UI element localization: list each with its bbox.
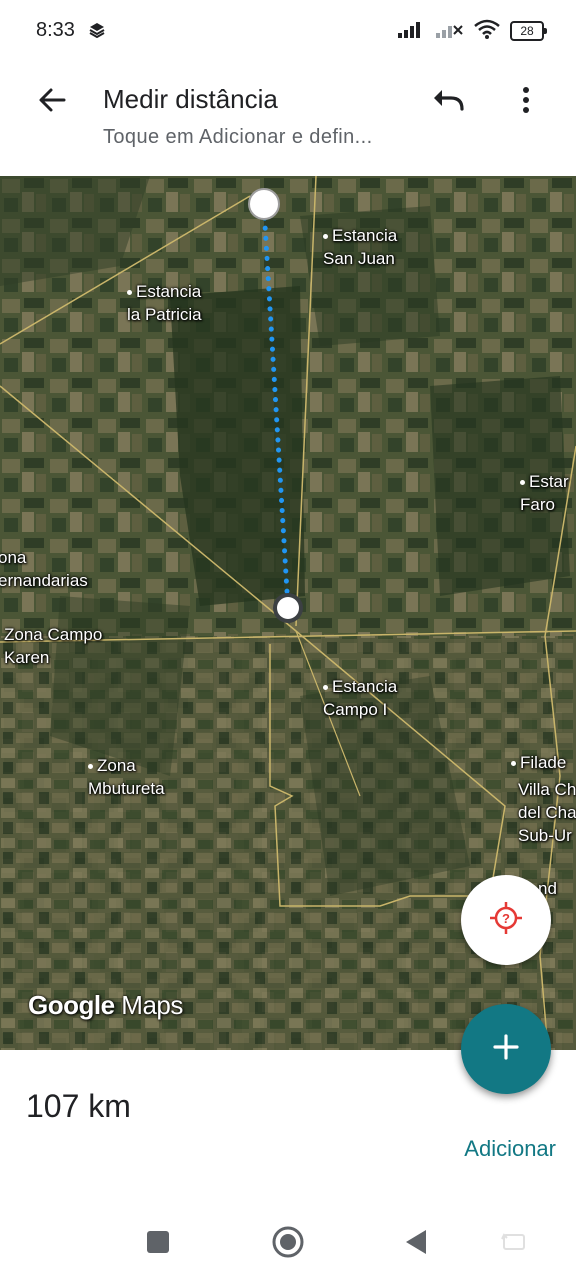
- distance-value: 107 km: [26, 1088, 131, 1124]
- more-options-button[interactable]: [504, 80, 548, 124]
- google-maps-logo: Google Maps: [28, 990, 183, 1020]
- recents-button[interactable]: [138, 1224, 178, 1264]
- battery-icon: 28: [510, 21, 547, 41]
- top-app-bar: Medir distância Toque em Adicionar e def…: [0, 62, 576, 176]
- status-bar: 8:33 28: [0, 0, 576, 62]
- circle-icon: [271, 1225, 305, 1264]
- rotate-button[interactable]: [494, 1224, 534, 1264]
- plus-icon: [493, 1033, 519, 1065]
- triangle-back-icon: [404, 1229, 428, 1260]
- undo-icon: [431, 88, 465, 117]
- place-label[interactable]: Villa Ch del Cha Sub-Ur: [518, 778, 576, 847]
- status-icons: 28: [398, 18, 547, 44]
- svg-text:?: ?: [502, 911, 510, 926]
- more-vert-icon: [522, 86, 530, 119]
- signal-icon: [398, 20, 426, 43]
- square-icon: [146, 1230, 170, 1259]
- status-time: 8:33: [36, 19, 75, 41]
- home-button[interactable]: [268, 1224, 308, 1264]
- layers-notification-icon: [89, 22, 105, 43]
- page-title: Medir distância: [103, 84, 278, 114]
- place-label[interactable]: Estancia Campo I: [323, 675, 397, 721]
- rotate-icon: [501, 1231, 527, 1258]
- place-label[interactable]: Estancia la Patricia: [127, 280, 202, 326]
- place-label[interactable]: Zona Campo Karen: [4, 623, 102, 669]
- my-location-button[interactable]: ?: [461, 875, 551, 965]
- system-nav-bar: [0, 1210, 576, 1280]
- page-subtitle: Toque em Adicionar e defin...: [103, 126, 373, 148]
- place-label[interactable]: Filade: [511, 751, 566, 774]
- signal-off-icon: [436, 20, 464, 43]
- back-button[interactable]: [30, 80, 74, 124]
- arrow-back-icon: [38, 86, 66, 119]
- route-start-point: [248, 188, 280, 220]
- add-button[interactable]: Adicionar: [464, 1136, 556, 1162]
- place-label[interactable]: ona ernandarias: [0, 546, 88, 592]
- location-unknown-icon: ?: [488, 900, 524, 941]
- place-label[interactable]: Estancia San Juan: [323, 224, 397, 270]
- place-label[interactable]: Zona Mbutureta: [88, 754, 165, 800]
- wifi-icon: [474, 19, 500, 44]
- place-label[interactable]: Estar Faro: [520, 470, 569, 516]
- back-nav-button[interactable]: [396, 1224, 436, 1264]
- undo-button[interactable]: [426, 80, 470, 124]
- add-point-fab[interactable]: [461, 1004, 551, 1094]
